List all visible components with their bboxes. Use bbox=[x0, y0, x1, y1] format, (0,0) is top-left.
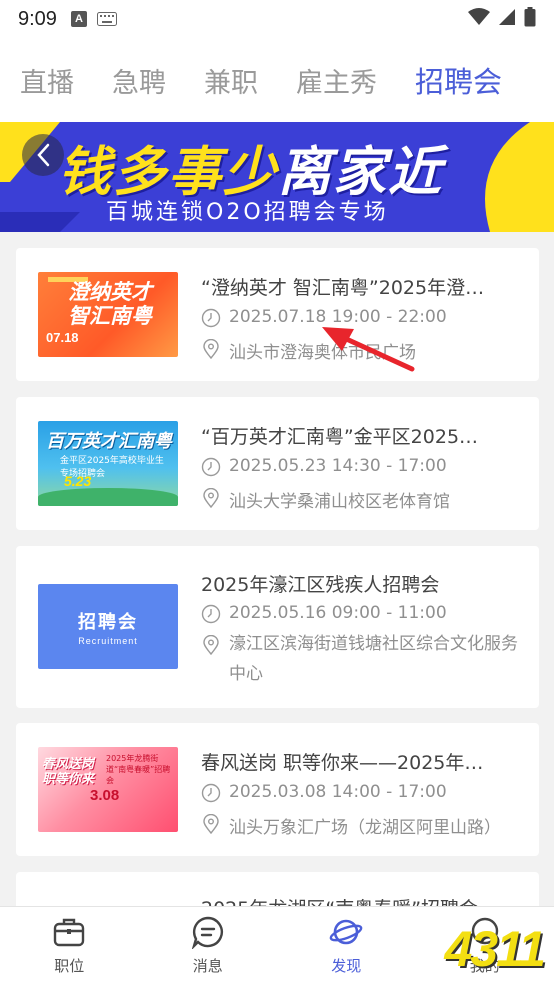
thumbnail-hill bbox=[38, 488, 178, 506]
thumbnail-headline: 春风送岗 职等你来 bbox=[42, 757, 95, 787]
chat-icon bbox=[191, 916, 223, 949]
banner[interactable]: 钱多事少离家近 百城连锁O2O招聘会专场 bbox=[0, 122, 554, 232]
nav-messages[interactable]: 消息 bbox=[139, 907, 278, 984]
job-fair-time-text: 2025.05.16 09:00 - 11:00 bbox=[229, 603, 447, 623]
job-fair-thumbnail: 招聘会 Recruitment bbox=[38, 584, 178, 669]
signal-icon bbox=[498, 8, 516, 30]
thumbnail-date: 07.18 bbox=[46, 330, 79, 345]
thumbnail-date: 5.23 bbox=[64, 473, 92, 489]
location-pin-icon bbox=[203, 488, 219, 508]
job-fair-card[interactable]: 招聘会 Recruitment 2025年濠江区残疾人招聘会 2025.05.1… bbox=[16, 546, 539, 708]
thumbnail-headline: 招聘会 bbox=[78, 611, 138, 633]
job-fair-thumbnail: 澄纳英才 智汇南粤 07.18 bbox=[38, 272, 178, 357]
job-fair-time: 2025.03.08 14:00 - 17:00 bbox=[201, 782, 447, 803]
job-fair-location: 汕头万象汇广场（龙湖区阿里山路） bbox=[201, 813, 501, 838]
job-fair-location-text: 濠江区滨海街道钱塘社区综合文化服务中心 bbox=[229, 634, 518, 684]
job-fair-location-text: 汕头大学桑浦山校区老体育馆 bbox=[229, 492, 450, 512]
job-fair-time-text: 2025.05.23 14:30 - 17:00 bbox=[229, 456, 447, 476]
clock-icon bbox=[201, 604, 221, 624]
tab-live[interactable]: 直播 bbox=[20, 61, 74, 100]
job-fair-time: 2025.05.23 14:30 - 17:00 bbox=[201, 456, 447, 477]
watermark: 4311 bbox=[444, 921, 546, 977]
top-tabs: 直播 急聘 兼职 雇主秀 招聘会 bbox=[0, 38, 554, 122]
nav-jobs[interactable]: 职位 bbox=[0, 907, 139, 984]
job-fair-title: “百万英才汇南粤”金平区2025… bbox=[201, 426, 479, 448]
location-pin-icon bbox=[203, 814, 219, 834]
nav-label: 发现 bbox=[331, 957, 362, 975]
job-fair-card[interactable]: 春风送岗 职等你来 2025年龙腾街道“南粤春暖”招聘会 3.08 春风送岗 职… bbox=[16, 723, 539, 856]
thumbnail-subtitle: 2025年龙腾街道“南粤春暖”招聘会 bbox=[106, 754, 171, 785]
nav-discover[interactable]: 发现 bbox=[277, 907, 416, 984]
job-fair-card[interactable]: 百万英才汇南粤 金平区2025年高校毕业生专场招聘会 5.23 “百万英才汇南粤… bbox=[16, 397, 539, 530]
nav-label: 消息 bbox=[192, 957, 223, 975]
battery-icon bbox=[524, 7, 536, 31]
thumbnail-subtitle: Recruitment bbox=[78, 635, 138, 646]
job-fair-location-text: 汕头万象汇广场（龙湖区阿里山路） bbox=[229, 818, 501, 838]
tab-urgent[interactable]: 急聘 bbox=[112, 61, 166, 100]
job-fair-location: 汕头大学桑浦山校区老体育馆 bbox=[201, 487, 450, 512]
tab-part-time[interactable]: 兼职 bbox=[204, 61, 258, 100]
job-fair-location: 濠江区滨海街道钱塘社区综合文化服务中心 bbox=[201, 629, 531, 689]
job-fair-time-text: 2025.03.08 14:00 - 17:00 bbox=[229, 782, 447, 802]
location-pin-icon bbox=[203, 339, 219, 359]
nav-label: 职位 bbox=[54, 957, 85, 975]
thumbnail-headline: 澄纳英才 智汇南粤 bbox=[68, 280, 152, 328]
planet-icon bbox=[329, 919, 363, 945]
job-fair-title: 春风送岗 职等你来——2025年… bbox=[201, 752, 484, 774]
location-pin-icon bbox=[203, 635, 219, 655]
clock-icon bbox=[201, 457, 221, 477]
job-fair-time: 2025.05.16 09:00 - 11:00 bbox=[201, 603, 447, 624]
job-fair-title: “澄纳英才 智汇南粤”2025年澄… bbox=[201, 277, 485, 299]
keyboard-icon bbox=[96, 12, 117, 26]
job-fair-thumbnail: 百万英才汇南粤 金平区2025年高校毕业生专场招聘会 5.23 bbox=[38, 421, 178, 506]
status-bar: 9:09 A bbox=[0, 0, 554, 38]
wifi-icon bbox=[468, 8, 490, 30]
annotation-arrow-icon bbox=[322, 327, 415, 372]
status-time: 9:09 bbox=[18, 7, 57, 30]
job-fair-thumbnail: 春风送岗 职等你来 2025年龙腾街道“南粤春暖”招聘会 3.08 bbox=[38, 747, 178, 832]
tab-employer-show[interactable]: 雇主秀 bbox=[296, 61, 377, 100]
accessibility-badge-icon: A bbox=[70, 11, 87, 27]
clock-icon bbox=[201, 783, 221, 803]
thumbnail-date: 3.08 bbox=[90, 787, 120, 804]
chevron-left-icon bbox=[37, 143, 50, 167]
job-fair-card[interactable]: 澄纳英才 智汇南粤 07.18 “澄纳英才 智汇南粤”2025年澄… 2025.… bbox=[16, 248, 539, 381]
thumbnail-headline: 百万英才汇南粤 bbox=[46, 431, 172, 452]
tab-job-fair[interactable]: 招聘会 bbox=[415, 59, 502, 101]
banner-subtitle: 百城连锁O2O招聘会专场 bbox=[106, 200, 389, 225]
job-fair-title: 2025年濠江区残疾人招聘会 bbox=[201, 574, 440, 596]
briefcase-icon bbox=[54, 918, 85, 947]
clock-icon bbox=[201, 308, 221, 328]
back-button[interactable] bbox=[22, 134, 64, 176]
